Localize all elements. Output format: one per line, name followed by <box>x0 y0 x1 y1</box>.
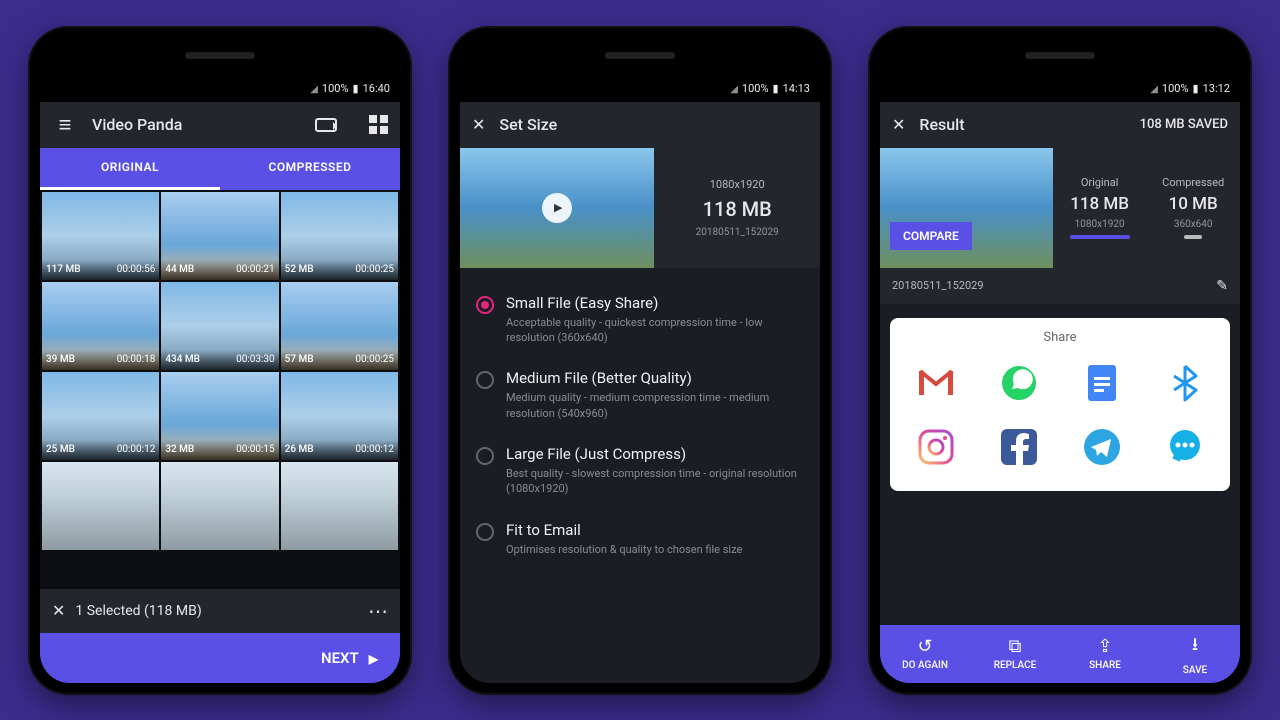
share-card: Share <box>890 318 1230 491</box>
app-bar: Result 108 MB SAVED <box>880 102 1240 148</box>
action-bar: ↺DO AGAIN ⧉REPLACE ⇪SHARE ⭳SAVE <box>880 625 1240 683</box>
status-bar: 100% 14:13 <box>460 76 820 102</box>
video-filename: 20180511_152029 <box>696 227 779 238</box>
compare-button[interactable]: COMPARE <box>890 222 972 250</box>
telegram-icon[interactable] <box>1080 425 1124 469</box>
video-size: 118 MB <box>703 197 772 221</box>
tab-compressed[interactable]: COMPRESSED <box>220 148 400 190</box>
more-icon[interactable] <box>368 599 388 623</box>
messages-icon[interactable] <box>1163 425 1207 469</box>
clear-selection-icon[interactable] <box>52 601 65 620</box>
arrow-icon <box>369 649 378 667</box>
option-medium[interactable]: Medium File (Better Quality)Medium quali… <box>472 357 808 433</box>
play-icon[interactable] <box>542 193 572 223</box>
status-bar: 100% 13:12 <box>880 76 1240 102</box>
video-thumb[interactable]: 117 MB00:00:56 <box>42 192 159 280</box>
grid-toggle-icon[interactable] <box>369 115 388 134</box>
video-thumb[interactable]: 57 MB00:00:25 <box>281 282 398 370</box>
whatsapp-icon[interactable] <box>997 361 1041 405</box>
video-thumb[interactable] <box>281 462 398 550</box>
phone-gallery: 100% 16:40 Video Panda ORIGINAL COMPRESS… <box>30 28 410 693</box>
battery-icon <box>1193 82 1199 95</box>
option-small[interactable]: Small File (Easy Share)Acceptable qualit… <box>472 282 808 358</box>
app-bar: Video Panda <box>40 102 400 148</box>
signal-icon <box>1150 82 1158 95</box>
battery-icon <box>773 82 779 95</box>
video-thumb[interactable] <box>161 462 278 550</box>
selection-count: 1 Selected (118 MB) <box>75 603 201 619</box>
battery-icon <box>353 82 359 95</box>
battery-level: 100% <box>322 82 349 95</box>
video-thumb[interactable]: 26 MB00:00:12 <box>281 372 398 460</box>
gmail-icon[interactable] <box>914 361 958 405</box>
selection-bar: 1 Selected (118 MB) <box>40 589 400 633</box>
tab-original[interactable]: ORIGINAL <box>40 148 220 190</box>
video-thumb[interactable]: 32 MB00:00:15 <box>161 372 278 460</box>
video-thumb[interactable]: 52 MB00:00:25 <box>281 192 398 280</box>
option-email[interactable]: Fit to EmailOptimises resolution & quali… <box>472 509 808 569</box>
filename-row: 20180511_152029 <box>880 268 1240 304</box>
size-bar-original <box>1070 235 1130 239</box>
do-again-button[interactable]: ↺DO AGAIN <box>880 625 970 683</box>
result-summary: COMPARE Original 118 MB 1080x1920 Compre… <box>880 148 1240 268</box>
video-preview[interactable] <box>460 148 654 268</box>
radio-icon[interactable] <box>476 447 494 465</box>
size-bar-compressed <box>1184 235 1202 239</box>
video-grid: 117 MB00:00:56 44 MB00:00:21 52 MB00:00:… <box>40 190 400 589</box>
menu-icon[interactable] <box>52 112 78 138</box>
app-title: Video Panda <box>92 115 182 134</box>
video-thumb[interactable]: 434 MB00:03:30 <box>161 282 278 370</box>
video-resolution: 1080x1920 <box>710 178 765 191</box>
status-time: 16:40 <box>363 82 390 95</box>
video-thumb[interactable]: 44 MB00:00:21 <box>161 192 278 280</box>
save-button[interactable]: ⭳SAVE <box>1150 625 1240 683</box>
tabs: ORIGINAL COMPRESSED <box>40 148 400 190</box>
replace-button[interactable]: ⧉REPLACE <box>970 625 1060 683</box>
saved-label: 108 MB SAVED <box>1140 117 1228 132</box>
signal-icon <box>730 82 738 95</box>
share-button[interactable]: ⇪SHARE <box>1060 625 1150 683</box>
bluetooth-icon[interactable] <box>1163 361 1207 405</box>
app-bar: Set Size <box>460 102 820 148</box>
radio-icon[interactable] <box>476 523 494 541</box>
camera-icon[interactable] <box>351 112 355 138</box>
video-thumb[interactable] <box>42 462 159 550</box>
share-label: Share <box>898 330 1222 345</box>
screen-title: Result <box>919 115 964 134</box>
video-preview-row: 1080x1920 118 MB 20180511_152029 <box>460 148 820 268</box>
option-large[interactable]: Large File (Just Compress)Best quality -… <box>472 433 808 509</box>
screen-title: Set Size <box>499 115 557 134</box>
facebook-icon[interactable] <box>997 425 1041 469</box>
result-preview[interactable]: COMPARE <box>880 148 1053 268</box>
next-button[interactable]: NEXT <box>40 633 400 683</box>
phone-set-size: 100% 14:13 Set Size 1080x1920 118 MB 201… <box>450 28 830 693</box>
radio-icon[interactable] <box>476 296 494 314</box>
close-icon[interactable] <box>892 115 905 134</box>
video-thumb[interactable]: 25 MB00:00:12 <box>42 372 159 460</box>
docs-icon[interactable] <box>1080 361 1124 405</box>
radio-icon[interactable] <box>476 371 494 389</box>
close-icon[interactable] <box>472 115 485 134</box>
signal-icon <box>310 82 318 95</box>
instagram-icon[interactable] <box>914 425 958 469</box>
video-thumb[interactable]: 39 MB00:00:18 <box>42 282 159 370</box>
status-bar: 100% 16:40 <box>40 76 400 102</box>
edit-icon[interactable] <box>1216 278 1228 294</box>
phone-result: 100% 13:12 Result 108 MB SAVED COMPARE O… <box>870 28 1250 693</box>
size-options: Small File (Easy Share)Acceptable qualit… <box>460 268 820 683</box>
